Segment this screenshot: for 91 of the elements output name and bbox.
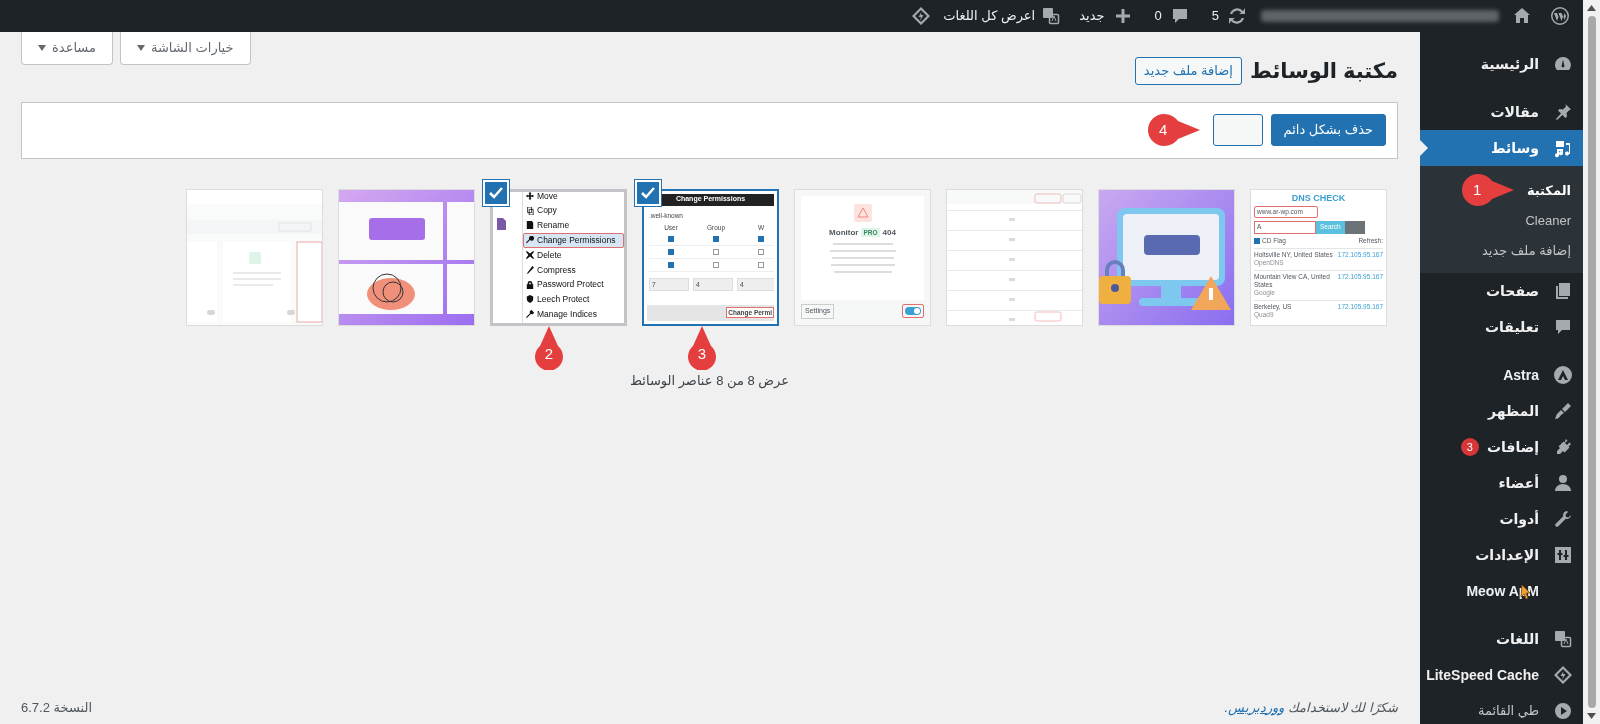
step-marker: 3 xyxy=(686,326,718,370)
refresh-icon xyxy=(1227,6,1247,26)
blank-button[interactable] xyxy=(1212,114,1263,146)
screen-meta-tab[interactable]: خيارات الشاشة xyxy=(119,32,251,65)
context-menu-item: Move xyxy=(523,191,624,204)
pointer-notch xyxy=(1420,140,1428,156)
checkmark-icon xyxy=(641,186,655,199)
sidebar-item[interactable]: تعليقات xyxy=(1420,309,1583,345)
scrollbar-thumb[interactable] xyxy=(1587,16,1596,708)
languages-link[interactable]: اعرض كل اللغات xyxy=(943,6,1062,26)
context-menu-item: Change Permissions xyxy=(523,232,624,248)
checked-box xyxy=(1254,237,1260,244)
pen-icon xyxy=(526,265,534,274)
document-icon xyxy=(526,221,534,230)
submenu-item[interactable]: المكتبة xyxy=(1526,176,1583,206)
translate-icon xyxy=(1553,629,1573,649)
pages-icon xyxy=(1553,281,1573,301)
move-arrows-icon xyxy=(526,191,534,200)
wrench-icon xyxy=(526,310,534,319)
home-link[interactable] xyxy=(1512,6,1532,26)
caret-icon xyxy=(38,45,46,51)
context-menu-item: Delete xyxy=(523,247,624,263)
sidebar-item[interactable]: الرئيسية xyxy=(1420,46,1583,82)
checkmark-icon xyxy=(489,186,503,199)
sidebar-item[interactable]: طي القائمة xyxy=(1420,693,1583,724)
context-menu-item: Copy xyxy=(523,203,624,219)
wordpress-logo-icon xyxy=(1550,6,1570,26)
sliders-icon xyxy=(1553,545,1573,565)
version-text: النسخة 6.7.2 xyxy=(21,698,92,717)
add-new-button[interactable]: إضافة ملف جديد xyxy=(1134,56,1242,85)
page-title: مكتبة الوسائط xyxy=(1249,58,1398,85)
dns-title: DNS CHECK xyxy=(1290,192,1347,203)
step-marker: 2 xyxy=(533,326,565,370)
sidebar-item[interactable]: اللغات xyxy=(1420,621,1583,657)
context-menu-item: Password Protect xyxy=(523,277,624,293)
checkbox[interactable] xyxy=(635,179,661,206)
scroll-down-icon[interactable] xyxy=(1587,713,1596,719)
circle-a-icon xyxy=(1553,365,1573,385)
context-menu-item: Manage Indices xyxy=(523,306,624,322)
sidebar-item[interactable]: Astra xyxy=(1420,357,1583,393)
litespeed-menu[interactable] xyxy=(911,6,932,26)
context-menu-item: Compress xyxy=(523,262,624,278)
sidebar-item[interactable]: المظهر xyxy=(1420,393,1583,429)
translate-icon xyxy=(1041,6,1062,26)
wordpress-menu[interactable] xyxy=(1550,6,1570,26)
monitor-title: Monitor xyxy=(829,226,859,239)
sidebar-item[interactable]: وسائط xyxy=(1420,130,1583,166)
media-thumbnail[interactable]: Move Copy Rename Change Permissions Delete Compress Password Protect Leech Protect Manage Indices xyxy=(490,188,627,326)
sidebar-item[interactable]: LiteSpeed Cache xyxy=(1420,657,1583,693)
count-badge: 3 xyxy=(1460,438,1479,456)
context-menu-item: Rename xyxy=(523,218,624,233)
sidebar-item[interactable]: أعضاء xyxy=(1420,465,1583,501)
cross-icon xyxy=(526,251,534,260)
comments-link[interactable]: 0 xyxy=(1154,6,1190,26)
key-icon xyxy=(526,236,534,245)
sidebar-item[interactable]: مقالات xyxy=(1420,94,1583,130)
footer-thanks-text: شكرًا لك لاستخدامك ووردبريس. xyxy=(1224,698,1398,717)
brush-icon xyxy=(1553,401,1573,421)
caret-icon xyxy=(136,45,145,51)
context-menu-item: Leech Protect xyxy=(523,292,624,307)
wrench-icon xyxy=(1553,509,1573,529)
step-marker: 1 xyxy=(1460,172,1516,208)
copy-icon xyxy=(526,206,534,215)
delete-permanently-button[interactable]: حذف بشكل دائم xyxy=(1270,114,1386,146)
pin-icon xyxy=(1553,102,1573,122)
user-icon xyxy=(1553,473,1573,493)
media-icon xyxy=(1553,138,1573,158)
new-content-link[interactable]: جديد xyxy=(1079,6,1133,26)
warning-icon xyxy=(853,203,872,222)
lock-icon xyxy=(526,280,534,289)
home-icon xyxy=(1512,6,1532,26)
checkbox[interactable] xyxy=(483,179,509,206)
scroll-up-icon[interactable] xyxy=(1587,5,1596,11)
shield-icon xyxy=(526,295,534,304)
wordpress-link[interactable]: ووردبريس xyxy=(1228,699,1285,715)
file-icon xyxy=(497,217,506,230)
text-lines-drawing xyxy=(827,242,898,273)
step-marker: 4 xyxy=(1146,112,1202,148)
speech-bubble-icon xyxy=(1553,317,1573,337)
item-count-text: عرض 8 من 8 عناصر الوسائط xyxy=(629,371,790,390)
sidebar-item[interactable]: أدوات xyxy=(1420,501,1583,537)
updates-link[interactable]: 5 xyxy=(1211,6,1247,26)
sidebar-item[interactable]: صفحات xyxy=(1420,273,1583,309)
submenu-item[interactable]: Cleaner xyxy=(1525,206,1583,236)
code-text: 404 xyxy=(882,226,896,239)
diamond-icon xyxy=(1553,665,1573,685)
sidebar-item[interactable]: الإعدادات xyxy=(1420,537,1583,573)
diamond-icon xyxy=(911,6,932,26)
screen-meta-tab[interactable]: مساعدة xyxy=(21,32,113,65)
add-button-drawing xyxy=(1344,220,1365,234)
submenu-item[interactable]: إضافة ملف جديد xyxy=(1481,236,1583,266)
